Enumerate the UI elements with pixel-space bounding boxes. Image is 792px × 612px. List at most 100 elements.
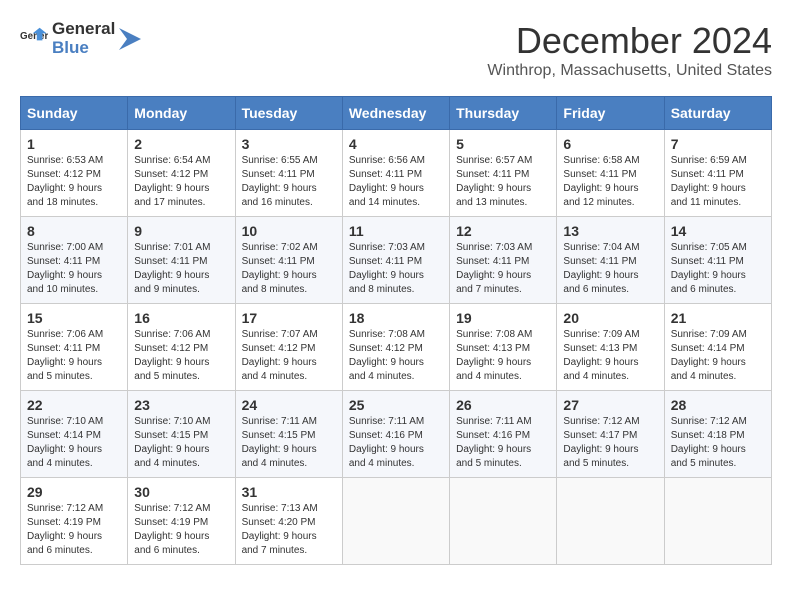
calendar-cell: 18 Sunrise: 7:08 AMSunset: 4:12 PMDaylig…: [342, 304, 449, 391]
calendar-cell: [664, 478, 771, 565]
day-number: 6: [563, 136, 657, 152]
day-info: Sunrise: 6:58 AMSunset: 4:11 PMDaylight:…: [563, 154, 657, 210]
day-info: Sunrise: 6:56 AMSunset: 4:11 PMDaylight:…: [349, 154, 443, 210]
calendar-cell: [450, 478, 557, 565]
day-info: Sunrise: 7:12 AMSunset: 4:17 PMDaylight:…: [563, 415, 657, 471]
calendar-cell: 17 Sunrise: 7:07 AMSunset: 4:12 PMDaylig…: [235, 304, 342, 391]
col-tuesday: Tuesday: [235, 97, 342, 130]
day-number: 21: [671, 310, 765, 326]
calendar-cell: 14 Sunrise: 7:05 AMSunset: 4:11 PMDaylig…: [664, 217, 771, 304]
day-info: Sunrise: 7:09 AMSunset: 4:14 PMDaylight:…: [671, 328, 765, 384]
day-number: 16: [134, 310, 228, 326]
day-number: 13: [563, 223, 657, 239]
calendar-cell: [557, 478, 664, 565]
calendar-cell: 24 Sunrise: 7:11 AMSunset: 4:15 PMDaylig…: [235, 391, 342, 478]
logo-blue: Blue: [52, 38, 89, 57]
logo-icon: General: [20, 25, 48, 53]
calendar-cell: 1 Sunrise: 6:53 AMSunset: 4:12 PMDayligh…: [21, 130, 128, 217]
calendar-cell: 22 Sunrise: 7:10 AMSunset: 4:14 PMDaylig…: [21, 391, 128, 478]
calendar-cell: 9 Sunrise: 7:01 AMSunset: 4:11 PMDayligh…: [128, 217, 235, 304]
day-number: 26: [456, 397, 550, 413]
day-info: Sunrise: 6:59 AMSunset: 4:11 PMDaylight:…: [671, 154, 765, 210]
day-number: 4: [349, 136, 443, 152]
day-number: 1: [27, 136, 121, 152]
day-info: Sunrise: 7:12 AMSunset: 4:19 PMDaylight:…: [27, 502, 121, 558]
calendar-cell: 26 Sunrise: 7:11 AMSunset: 4:16 PMDaylig…: [450, 391, 557, 478]
day-number: 12: [456, 223, 550, 239]
day-info: Sunrise: 7:00 AMSunset: 4:11 PMDaylight:…: [27, 241, 121, 297]
calendar-cell: 4 Sunrise: 6:56 AMSunset: 4:11 PMDayligh…: [342, 130, 449, 217]
day-info: Sunrise: 7:06 AMSunset: 4:12 PMDaylight:…: [134, 328, 228, 384]
day-info: Sunrise: 7:11 AMSunset: 4:15 PMDaylight:…: [242, 415, 336, 471]
calendar-cell: 10 Sunrise: 7:02 AMSunset: 4:11 PMDaylig…: [235, 217, 342, 304]
location-title: Winthrop, Massachusetts, United States: [487, 62, 772, 80]
day-number: 29: [27, 484, 121, 500]
calendar-cell: 8 Sunrise: 7:00 AMSunset: 4:11 PMDayligh…: [21, 217, 128, 304]
calendar-cell: 6 Sunrise: 6:58 AMSunset: 4:11 PMDayligh…: [557, 130, 664, 217]
calendar-cell: 5 Sunrise: 6:57 AMSunset: 4:11 PMDayligh…: [450, 130, 557, 217]
day-info: Sunrise: 7:09 AMSunset: 4:13 PMDaylight:…: [563, 328, 657, 384]
calendar-cell: 13 Sunrise: 7:04 AMSunset: 4:11 PMDaylig…: [557, 217, 664, 304]
day-number: 31: [242, 484, 336, 500]
calendar-cell: 21 Sunrise: 7:09 AMSunset: 4:14 PMDaylig…: [664, 304, 771, 391]
col-monday: Monday: [128, 97, 235, 130]
day-number: 18: [349, 310, 443, 326]
calendar-cell: 15 Sunrise: 7:06 AMSunset: 4:11 PMDaylig…: [21, 304, 128, 391]
day-number: 28: [671, 397, 765, 413]
day-number: 30: [134, 484, 228, 500]
calendar-cell: [342, 478, 449, 565]
day-info: Sunrise: 7:10 AMSunset: 4:15 PMDaylight:…: [134, 415, 228, 471]
title-block: December 2024 Winthrop, Massachusetts, U…: [487, 20, 772, 80]
calendar-cell: 23 Sunrise: 7:10 AMSunset: 4:15 PMDaylig…: [128, 391, 235, 478]
day-number: 22: [27, 397, 121, 413]
calendar-row: 8 Sunrise: 7:00 AMSunset: 4:11 PMDayligh…: [21, 217, 772, 304]
calendar-row: 15 Sunrise: 7:06 AMSunset: 4:11 PMDaylig…: [21, 304, 772, 391]
calendar-cell: 7 Sunrise: 6:59 AMSunset: 4:11 PMDayligh…: [664, 130, 771, 217]
day-number: 14: [671, 223, 765, 239]
day-info: Sunrise: 7:07 AMSunset: 4:12 PMDaylight:…: [242, 328, 336, 384]
day-number: 3: [242, 136, 336, 152]
day-number: 19: [456, 310, 550, 326]
day-number: 2: [134, 136, 228, 152]
day-info: Sunrise: 7:13 AMSunset: 4:20 PMDaylight:…: [242, 502, 336, 558]
calendar-cell: 29 Sunrise: 7:12 AMSunset: 4:19 PMDaylig…: [21, 478, 128, 565]
day-number: 9: [134, 223, 228, 239]
calendar-row: 29 Sunrise: 7:12 AMSunset: 4:19 PMDaylig…: [21, 478, 772, 565]
day-info: Sunrise: 7:08 AMSunset: 4:13 PMDaylight:…: [456, 328, 550, 384]
day-info: Sunrise: 7:12 AMSunset: 4:18 PMDaylight:…: [671, 415, 765, 471]
calendar-cell: 2 Sunrise: 6:54 AMSunset: 4:12 PMDayligh…: [128, 130, 235, 217]
day-info: Sunrise: 6:53 AMSunset: 4:12 PMDaylight:…: [27, 154, 121, 210]
day-number: 20: [563, 310, 657, 326]
day-info: Sunrise: 7:03 AMSunset: 4:11 PMDaylight:…: [349, 241, 443, 297]
day-info: Sunrise: 6:54 AMSunset: 4:12 PMDaylight:…: [134, 154, 228, 210]
calendar-cell: 28 Sunrise: 7:12 AMSunset: 4:18 PMDaylig…: [664, 391, 771, 478]
calendar-cell: 30 Sunrise: 7:12 AMSunset: 4:19 PMDaylig…: [128, 478, 235, 565]
logo: General General Blue: [20, 20, 141, 57]
calendar-cell: 3 Sunrise: 6:55 AMSunset: 4:11 PMDayligh…: [235, 130, 342, 217]
day-info: Sunrise: 7:02 AMSunset: 4:11 PMDaylight:…: [242, 241, 336, 297]
day-number: 7: [671, 136, 765, 152]
day-info: Sunrise: 6:57 AMSunset: 4:11 PMDaylight:…: [456, 154, 550, 210]
calendar-cell: 12 Sunrise: 7:03 AMSunset: 4:11 PMDaylig…: [450, 217, 557, 304]
calendar-header-row: Sunday Monday Tuesday Wednesday Thursday…: [21, 97, 772, 130]
calendar-row: 1 Sunrise: 6:53 AMSunset: 4:12 PMDayligh…: [21, 130, 772, 217]
day-number: 23: [134, 397, 228, 413]
day-info: Sunrise: 7:10 AMSunset: 4:14 PMDaylight:…: [27, 415, 121, 471]
logo-general: General: [52, 19, 115, 38]
col-wednesday: Wednesday: [342, 97, 449, 130]
calendar-cell: 31 Sunrise: 7:13 AMSunset: 4:20 PMDaylig…: [235, 478, 342, 565]
day-number: 8: [27, 223, 121, 239]
day-info: Sunrise: 7:05 AMSunset: 4:11 PMDaylight:…: [671, 241, 765, 297]
page-header: General General Blue December 2024 Winth…: [20, 20, 772, 80]
calendar-cell: 27 Sunrise: 7:12 AMSunset: 4:17 PMDaylig…: [557, 391, 664, 478]
day-number: 27: [563, 397, 657, 413]
calendar-table: Sunday Monday Tuesday Wednesday Thursday…: [20, 96, 772, 565]
day-info: Sunrise: 7:03 AMSunset: 4:11 PMDaylight:…: [456, 241, 550, 297]
calendar-cell: 16 Sunrise: 7:06 AMSunset: 4:12 PMDaylig…: [128, 304, 235, 391]
day-info: Sunrise: 7:06 AMSunset: 4:11 PMDaylight:…: [27, 328, 121, 384]
day-info: Sunrise: 7:11 AMSunset: 4:16 PMDaylight:…: [456, 415, 550, 471]
day-info: Sunrise: 6:55 AMSunset: 4:11 PMDaylight:…: [242, 154, 336, 210]
calendar-cell: 19 Sunrise: 7:08 AMSunset: 4:13 PMDaylig…: [450, 304, 557, 391]
day-number: 25: [349, 397, 443, 413]
day-info: Sunrise: 7:11 AMSunset: 4:16 PMDaylight:…: [349, 415, 443, 471]
